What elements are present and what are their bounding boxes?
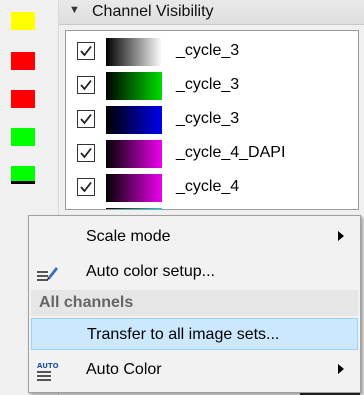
channel-name: _cycle_3 bbox=[176, 42, 240, 59]
section-label: All channels bbox=[39, 294, 134, 311]
checkmark-icon bbox=[80, 113, 92, 125]
auto-color-setup-icon bbox=[37, 267, 58, 281]
panel-header[interactable]: ▼ Channel Visibility bbox=[59, 0, 364, 25]
menu-item-label: Scale mode bbox=[86, 228, 171, 245]
checkmark-icon bbox=[80, 147, 92, 159]
color-ramp-magenta bbox=[106, 174, 162, 202]
menu-item-label: Auto color setup... bbox=[86, 263, 215, 280]
channel-checkbox[interactable] bbox=[77, 178, 95, 196]
channel-name: _cycle_4_DAPI bbox=[176, 144, 286, 161]
auto-icon: AUTO bbox=[37, 362, 59, 381]
channel-row[interactable]: _cycle_3 bbox=[66, 103, 358, 135]
channel-checkbox[interactable] bbox=[77, 110, 95, 128]
channel-list[interactable]: _cycle_3 _cycle_3 _cycle_3 _cycle_4_DAPI bbox=[65, 30, 359, 210]
color-swatch-green[interactable] bbox=[11, 166, 35, 184]
checkmark-icon bbox=[80, 79, 92, 91]
channel-row[interactable]: _cycle_4_DAPI bbox=[66, 137, 358, 169]
channel-row[interactable]: _cycle_4 bbox=[66, 171, 358, 203]
menu-item-label: Transfer to all image sets... bbox=[87, 326, 280, 343]
color-ramp-magenta bbox=[106, 140, 162, 168]
channel-row[interactable]: _cycle_3 bbox=[66, 35, 358, 67]
color-ramp-blue bbox=[106, 106, 162, 134]
menu-item-auto-color[interactable]: AUTO Auto Color bbox=[31, 354, 358, 386]
submenu-arrow-icon bbox=[338, 364, 344, 374]
context-menu: Scale mode Auto color setup... All chann… bbox=[28, 215, 361, 393]
menu-item-transfer-to-all-image-sets[interactable]: Transfer to all image sets... bbox=[31, 318, 358, 350]
submenu-arrow-icon bbox=[338, 231, 344, 241]
channel-checkbox[interactable] bbox=[77, 42, 95, 60]
color-ramp-green bbox=[106, 72, 162, 100]
color-swatch-red[interactable] bbox=[11, 52, 35, 70]
color-ramp-cyan bbox=[106, 208, 162, 209]
svg-text:AUTO: AUTO bbox=[37, 362, 59, 370]
color-ramp-white bbox=[106, 38, 162, 66]
menu-item-label: Auto Color bbox=[86, 361, 162, 378]
color-swatch-red[interactable] bbox=[11, 90, 35, 108]
channel-name: _cycle_4 bbox=[176, 178, 240, 195]
checkmark-icon bbox=[80, 45, 92, 57]
channel-name: _cycle_3 bbox=[176, 76, 240, 93]
channel-checkbox[interactable] bbox=[77, 144, 95, 162]
color-swatch-green[interactable] bbox=[11, 128, 35, 146]
channel-row[interactable] bbox=[66, 205, 358, 209]
collapse-arrow-icon[interactable]: ▼ bbox=[69, 4, 80, 16]
panel-title: Channel Visibility bbox=[92, 3, 214, 20]
channel-name: _cycle_3 bbox=[176, 110, 240, 127]
channel-checkbox[interactable] bbox=[77, 76, 95, 94]
channel-row[interactable]: _cycle_3 bbox=[66, 69, 358, 101]
color-swatch-yellow[interactable] bbox=[11, 12, 35, 30]
checkmark-icon bbox=[80, 181, 92, 193]
menu-section-header: All channels bbox=[31, 290, 358, 316]
menu-item-scale-mode[interactable]: Scale mode bbox=[31, 221, 358, 253]
menu-item-auto-color-setup[interactable]: Auto color setup... bbox=[31, 256, 358, 288]
